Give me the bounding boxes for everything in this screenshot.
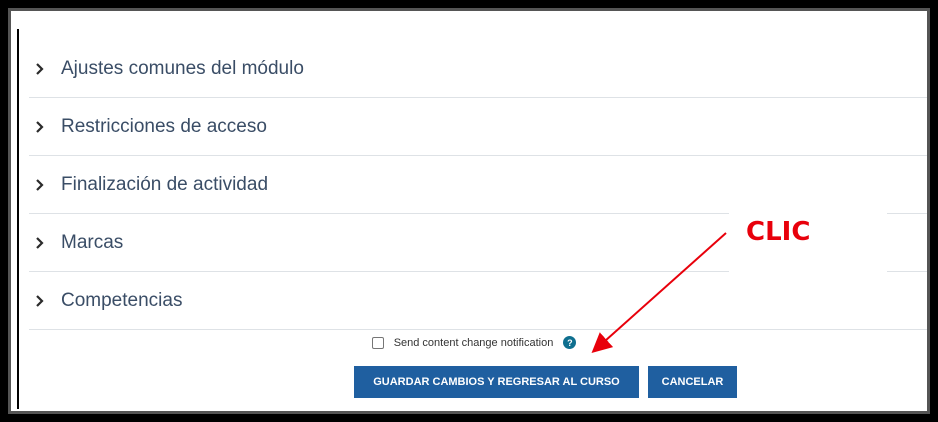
chevron-right-icon [35, 294, 45, 308]
cancel-button[interactable]: CANCELAR [648, 366, 737, 398]
section-common-module-settings[interactable]: Ajustes comunes del módulo [29, 40, 927, 98]
section-competencies[interactable]: Competencias [29, 272, 927, 330]
section-label: Finalización de actividad [61, 173, 269, 195]
form-buttons: GUARDAR CAMBIOS Y REGRESAR AL CURSO CANC… [354, 366, 737, 398]
annotation-label: CLIC [746, 217, 811, 247]
frame-edge [17, 29, 19, 409]
section-label: Marcas [61, 231, 124, 253]
notification-row: Send content change notification ? [11, 336, 927, 349]
notification-label: Send content change notification [393, 336, 554, 349]
notification-checkbox[interactable] [371, 336, 384, 349]
section-activity-completion[interactable]: Finalización de actividad [29, 156, 927, 214]
section-label: Restricciones de acceso [61, 115, 267, 137]
section-label: Competencias [61, 289, 183, 311]
chevron-right-icon [35, 178, 45, 192]
section-label: Ajustes comunes del módulo [61, 57, 304, 79]
screenshot-frame: Ajustes comunes del módulo Restricciones… [8, 8, 930, 414]
section-list: Ajustes comunes del módulo Restricciones… [29, 40, 927, 330]
question-circle-icon[interactable]: ? [563, 336, 577, 349]
chevron-right-icon [35, 62, 45, 76]
section-access-restrictions[interactable]: Restricciones de acceso [29, 98, 927, 156]
save-and-return-button[interactable]: GUARDAR CAMBIOS Y REGRESAR AL CURSO [354, 366, 639, 398]
chevron-right-icon [35, 120, 45, 134]
chevron-right-icon [35, 236, 45, 250]
